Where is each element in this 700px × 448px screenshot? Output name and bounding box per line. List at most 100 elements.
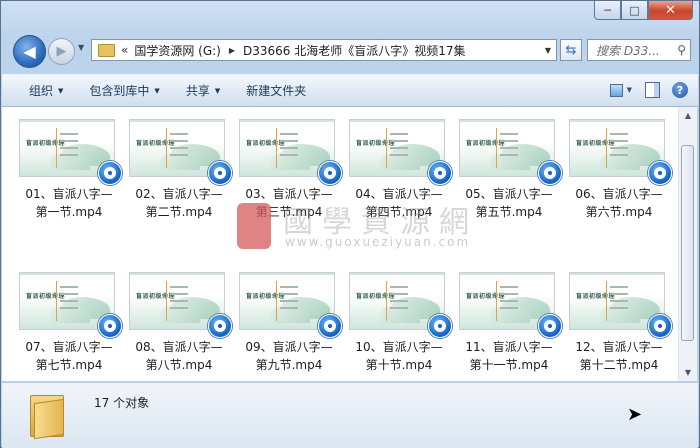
address-overflow-icon[interactable]: « [121, 43, 128, 57]
chevron-down-icon: ▼ [214, 86, 221, 95]
search-placeholder: 搜索 D33... [596, 43, 660, 58]
file-name: 03、盲派八字— 第三节.mp4 [234, 185, 344, 221]
file-name-line2: 第四节.mp4 [365, 205, 433, 219]
scroll-down-icon[interactable]: ▼ [680, 364, 696, 381]
file-item[interactable]: 盲派初级命理 06、盲派八字— 第六节.mp4 [564, 117, 674, 267]
organize-label: 组织 [29, 84, 54, 98]
share-label: 共享 [185, 84, 210, 98]
scrollbar-thumb[interactable] [681, 145, 694, 341]
caption-buttons: ─ □ ✕ [594, 1, 693, 20]
file-item[interactable]: 盲派初级命理 05、盲派八字— 第五节.mp4 [454, 117, 564, 267]
file-name-line2: 第十节.mp4 [365, 358, 433, 372]
file-name-line1: 04、盲派八字— [355, 187, 443, 201]
mouse-cursor-icon: ➤ [627, 404, 643, 425]
file-name-line1: 09、盲派八字— [245, 340, 333, 354]
recent-pages-dropdown-icon[interactable]: ▼ [78, 43, 84, 52]
help-button[interactable]: ? [672, 82, 688, 98]
organize-menu[interactable]: 组织 ▼ [29, 82, 63, 99]
file-name-line1: 06、盲派八字— [575, 187, 663, 201]
share-menu[interactable]: 共享 ▼ [186, 82, 220, 99]
file-name-line2: 第二节.mp4 [145, 205, 213, 219]
explorer-window: ─ □ ✕ ◀ ▶ ▼ « 国学资源网 (G:) ▶ D33666 北海老师《盲… [0, 0, 700, 448]
file-name: 08、盲派八字— 第八节.mp4 [124, 338, 234, 374]
file-name: 07、盲派八字— 第七节.mp4 [14, 338, 124, 374]
video-file-icon [208, 161, 232, 185]
video-file-icon [538, 161, 562, 185]
breadcrumb-separator-icon[interactable]: ▶ [229, 46, 235, 55]
vertical-scrollbar[interactable]: ▲ ▼ [678, 107, 697, 381]
file-item[interactable]: 盲派初级命理 02、盲派八字— 第二节.mp4 [124, 117, 234, 267]
chevron-down-icon: ▼ [58, 86, 64, 95]
back-button[interactable]: ◀ [13, 35, 46, 68]
file-name-line1: 05、盲派八字— [465, 187, 553, 201]
refresh-icon: ⇆ [565, 42, 577, 58]
item-count: 17 个对象 [94, 396, 150, 410]
view-icon [610, 83, 623, 97]
address-dropdown-icon[interactable]: ▼ [545, 46, 551, 55]
chevron-down-icon: ▼ [154, 86, 160, 95]
folder-icon [30, 395, 64, 440]
file-name-line2: 第一节.mp4 [35, 205, 103, 219]
close-button[interactable]: ✕ [648, 1, 693, 20]
navigation-bar: ◀ ▶ ▼ « 国学资源网 (G:) ▶ D33666 北海老师《盲派八字》视频… [1, 29, 699, 69]
file-name: 05、盲派八字— 第五节.mp4 [454, 185, 564, 221]
file-name: 10、盲派八字— 第十节.mp4 [344, 338, 454, 374]
file-name-line2: 第九节.mp4 [255, 358, 323, 372]
video-file-icon [208, 314, 232, 338]
file-name: 11、盲派八字— 第十一节.mp4 [454, 338, 564, 374]
breadcrumb-drive[interactable]: 国学资源网 (G:) [134, 42, 221, 59]
command-toolbar: 组织 ▼ 包含到库中 ▼ 共享 ▼ 新建文件夹 ▼ ? [2, 74, 698, 107]
minimize-button[interactable]: ─ [594, 1, 621, 20]
preview-pane-icon [644, 82, 660, 98]
preview-pane-button[interactable] [641, 79, 663, 101]
include-in-library-menu[interactable]: 包含到库中 ▼ [89, 82, 159, 99]
video-file-icon [428, 314, 452, 338]
back-arrow-icon: ◀ [23, 42, 36, 61]
file-name: 01、盲派八字— 第一节.mp4 [14, 185, 124, 221]
toolbar-right: ▼ ? [601, 79, 688, 101]
file-name-line1: 11、盲派八字— [465, 340, 553, 354]
file-name-line1: 02、盲派八字— [135, 187, 223, 201]
search-input[interactable]: 搜索 D33... ⚲ [587, 39, 691, 61]
video-file-icon [648, 314, 672, 338]
scroll-up-icon[interactable]: ▲ [680, 107, 696, 124]
file-name-line2: 第七节.mp4 [35, 358, 103, 372]
address-bar[interactable]: « 国学资源网 (G:) ▶ D33666 北海老师《盲派八字》视频17集 ▼ [91, 39, 557, 61]
file-name: 12、盲派八字— 第十二节.mp4 [564, 338, 674, 374]
file-name: 02、盲派八字— 第二节.mp4 [124, 185, 234, 221]
refresh-button[interactable]: ⇆ [560, 39, 582, 61]
video-file-icon [318, 161, 342, 185]
file-name-line1: 01、盲派八字— [25, 187, 113, 201]
include-label: 包含到库中 [89, 84, 150, 98]
file-list-pane: 盲派初级命理 01、盲派八字— 第一节.mp4 盲派初级命理 02、盲派八字— 第二节.m… [2, 107, 678, 381]
file-name: 06、盲派八字— 第六节.mp4 [564, 185, 674, 221]
file-name-line1: 03、盲派八字— [245, 187, 333, 201]
details-pane: 17 个对象 [2, 382, 698, 448]
file-name: 04、盲派八字— 第四节.mp4 [344, 185, 454, 221]
file-name-line1: 10、盲派八字— [355, 340, 443, 354]
forward-arrow-icon: ▶ [56, 44, 67, 59]
change-view-button[interactable]: ▼ [610, 79, 632, 101]
video-file-icon [428, 161, 452, 185]
new-folder-button[interactable]: 新建文件夹 [246, 82, 306, 99]
file-name-line1: 08、盲派八字— [135, 340, 223, 354]
file-name-line1: 12、盲派八字— [575, 340, 663, 354]
help-icon: ? [676, 83, 684, 97]
file-name-line2: 第三节.mp4 [255, 205, 323, 219]
file-item[interactable]: 盲派初级命理 01、盲派八字— 第一节.mp4 [14, 117, 124, 267]
file-item[interactable]: 盲派初级命理 04、盲派八字— 第四节.mp4 [344, 117, 454, 267]
file-name-line2: 第五节.mp4 [475, 205, 543, 219]
file-name-line2: 第十一节.mp4 [469, 358, 549, 372]
file-grid: 盲派初级命理 01、盲派八字— 第一节.mp4 盲派初级命理 02、盲派八字— 第二节.m… [14, 117, 674, 423]
search-icon[interactable]: ⚲ [677, 43, 686, 57]
video-file-icon [98, 314, 122, 338]
maximize-button[interactable]: □ [621, 1, 648, 20]
forward-button[interactable]: ▶ [48, 38, 75, 65]
video-file-icon [318, 314, 342, 338]
video-file-icon [98, 161, 122, 185]
video-file-icon [538, 314, 562, 338]
breadcrumb-folder[interactable]: D33666 北海老师《盲派八字》视频17集 [243, 42, 466, 59]
file-name-line2: 第六节.mp4 [585, 205, 653, 219]
file-item[interactable]: 盲派初级命理 03、盲派八字— 第三节.mp4 [234, 117, 344, 267]
folder-icon [98, 43, 115, 57]
